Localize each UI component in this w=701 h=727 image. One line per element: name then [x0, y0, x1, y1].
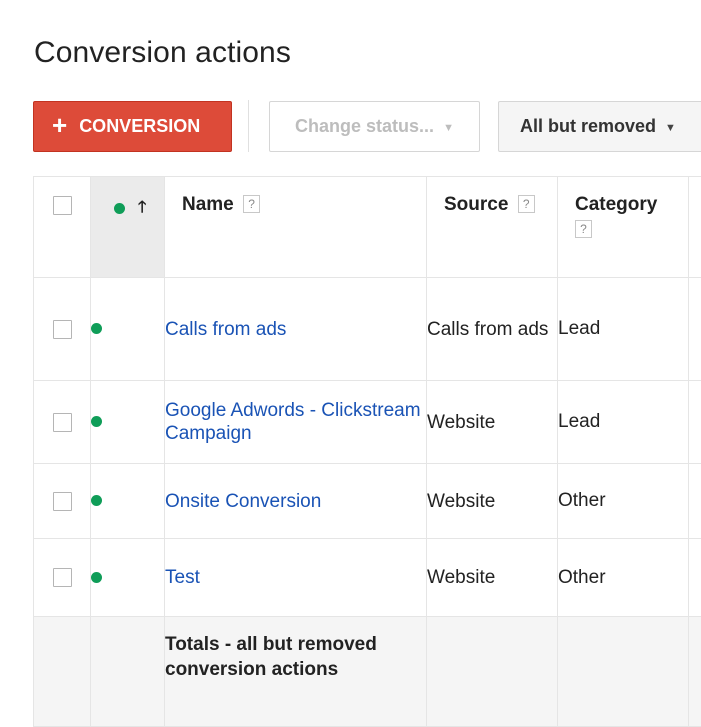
table-row: Calls from ads Calls from ads Lead	[34, 278, 701, 381]
table-row: Google Adwords - Clickstream Campaign We…	[34, 381, 701, 464]
conversion-source: Website	[427, 464, 558, 539]
conversion-name-link[interactable]: Google Adwords - Clickstream Campaign	[165, 400, 421, 444]
green-dot-icon	[91, 495, 102, 506]
conversion-name-link[interactable]: Calls from ads	[165, 319, 286, 340]
green-dot-icon	[91, 416, 102, 427]
select-all-header	[34, 177, 91, 278]
help-icon[interactable]: ?	[518, 195, 535, 213]
caret-down-icon: ▼	[443, 122, 454, 134]
conversion-name-link[interactable]: Test	[165, 567, 200, 588]
conversion-category: Other	[558, 464, 689, 539]
name-column-label: Name	[182, 194, 234, 215]
row-checkbox[interactable]	[53, 492, 72, 511]
totals-row: Totals - all but removed conversion acti…	[34, 617, 701, 727]
table-row: Onsite Conversion Website Other	[34, 464, 701, 539]
page-title: Conversion actions	[34, 36, 291, 70]
totals-label: Totals - all but removed conversion acti…	[165, 617, 427, 727]
status-filter-label: All but removed	[520, 116, 656, 137]
row-checkbox[interactable]	[53, 568, 72, 587]
row-checkbox[interactable]	[53, 320, 72, 339]
conversion-category: Lead	[558, 381, 689, 464]
category-column-header[interactable]: Category ?	[558, 177, 689, 278]
conversion-source: Website	[427, 539, 558, 617]
overflow-column-header	[689, 177, 701, 278]
conversion-category: Lead	[558, 278, 689, 381]
arrow-up-icon: 🡑	[138, 200, 146, 216]
green-dot-icon	[91, 572, 102, 583]
help-icon[interactable]: ?	[243, 195, 260, 213]
source-column-header[interactable]: Source ?	[427, 177, 558, 278]
toolbar-divider	[248, 100, 249, 152]
conversion-category: Other	[558, 539, 689, 617]
conversion-source: Website	[427, 381, 558, 464]
plus-icon: +	[52, 112, 67, 138]
conversion-source: Calls from ads	[427, 278, 558, 381]
category-column-label: Category	[575, 194, 657, 215]
status-column-header[interactable]: 🡑	[91, 177, 165, 278]
table-header-row: 🡑 Name ? Source ? Category ?	[34, 177, 701, 278]
caret-down-icon: ▼	[665, 122, 676, 134]
green-dot-icon	[91, 323, 102, 334]
status-filter-dropdown[interactable]: All but removed ▼	[498, 101, 701, 152]
toolbar: + CONVERSION Change status... ▼ All but …	[0, 100, 701, 154]
conversion-actions-table: 🡑 Name ? Source ? Category ?	[33, 176, 701, 727]
table-row: Test Website Other	[34, 539, 701, 617]
add-conversion-button[interactable]: + CONVERSION	[33, 101, 232, 152]
green-dot-icon	[114, 203, 125, 214]
change-status-label: Change status...	[295, 116, 434, 137]
source-column-label: Source	[444, 194, 508, 215]
row-checkbox[interactable]	[53, 413, 72, 432]
select-all-checkbox[interactable]	[53, 196, 72, 215]
help-icon[interactable]: ?	[575, 220, 592, 238]
conversion-name-link[interactable]: Onsite Conversion	[165, 491, 321, 512]
add-conversion-label: CONVERSION	[79, 116, 200, 137]
name-column-header[interactable]: Name ?	[165, 177, 427, 278]
change-status-dropdown[interactable]: Change status... ▼	[269, 101, 480, 152]
